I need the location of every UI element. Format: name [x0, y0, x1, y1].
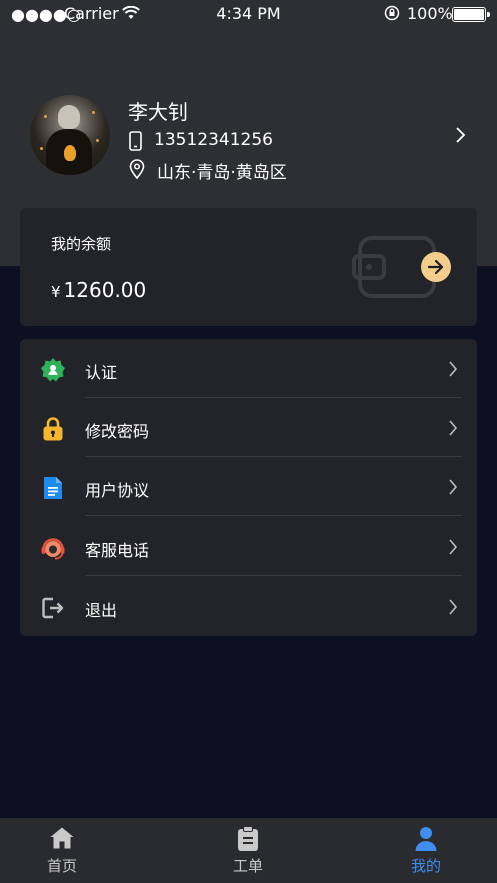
tab-home[interactable]: 首页 — [2, 818, 122, 883]
menu-item-certification[interactable]: 认证 — [20, 339, 477, 398]
profile-header[interactable]: 李大钊 13512341256 山东·青岛·黄岛区 — [0, 90, 497, 190]
location-pin-icon — [128, 158, 146, 185]
menu-item-label: 修改密码 — [85, 422, 150, 441]
chevron-right-icon[interactable] — [455, 125, 467, 149]
chevron-right-icon — [448, 360, 458, 382]
menu-item-label: 认证 — [85, 363, 118, 382]
chevron-right-icon — [448, 478, 458, 500]
avatar[interactable] — [30, 95, 110, 175]
chevron-right-icon — [448, 598, 458, 620]
balance-arrow-button[interactable] — [421, 252, 451, 282]
divider — [85, 575, 462, 576]
arrow-right-icon — [427, 259, 444, 275]
tab-label: 工单 — [232, 857, 263, 875]
menu-item-label: 退出 — [85, 601, 118, 620]
balance-amount: ¥1260.00 — [51, 278, 146, 302]
battery-percent: 100% — [407, 4, 453, 23]
tab-mine[interactable]: 我的 — [366, 818, 486, 883]
tab-bar: 首页 工单 我的 — [0, 818, 497, 883]
location-text: 山东·青岛·黄岛区 — [157, 163, 287, 183]
chevron-right-icon — [448, 419, 458, 441]
tab-label: 首页 — [46, 857, 77, 875]
balance-card[interactable]: 我的余额 ¥1260.00 — [20, 208, 477, 326]
tab-label: 我的 — [410, 857, 441, 875]
menu-item-label: 用户协议 — [85, 481, 150, 500]
document-icon — [40, 475, 66, 501]
battery-icon — [452, 7, 490, 22]
menu-item-customer-service[interactable]: 客服电话 — [20, 517, 477, 576]
balance-value: 1260.00 — [63, 278, 147, 302]
user-icon — [414, 826, 438, 856]
balance-label: 我的余额 — [51, 235, 112, 253]
tab-work-orders[interactable]: 工单 — [188, 818, 308, 883]
user-name: 李大钊 — [128, 100, 188, 124]
menu-item-logout[interactable]: 退出 — [20, 577, 477, 636]
currency-symbol: ¥ — [51, 283, 61, 301]
chevron-right-icon — [448, 538, 458, 560]
phone-number: 13512341256 — [154, 130, 273, 150]
headset-icon — [40, 535, 66, 561]
menu-item-change-password[interactable]: 修改密码 — [20, 398, 477, 457]
certification-badge-icon — [40, 357, 66, 383]
menu-list: 认证 修改密码 用户协议 客服电话 退出 — [20, 339, 477, 636]
home-icon — [49, 826, 75, 854]
rotation-lock-icon — [384, 5, 400, 25]
logout-icon — [40, 595, 66, 621]
menu-item-label: 客服电话 — [85, 541, 150, 560]
clipboard-icon — [236, 826, 260, 856]
lock-icon — [40, 416, 66, 442]
menu-item-user-agreement[interactable]: 用户协议 — [20, 457, 477, 516]
divider — [85, 515, 462, 516]
status-bar: ●●●●○ Carrier 4:34 PM 100% — [0, 0, 497, 28]
phone-icon — [128, 130, 144, 157]
